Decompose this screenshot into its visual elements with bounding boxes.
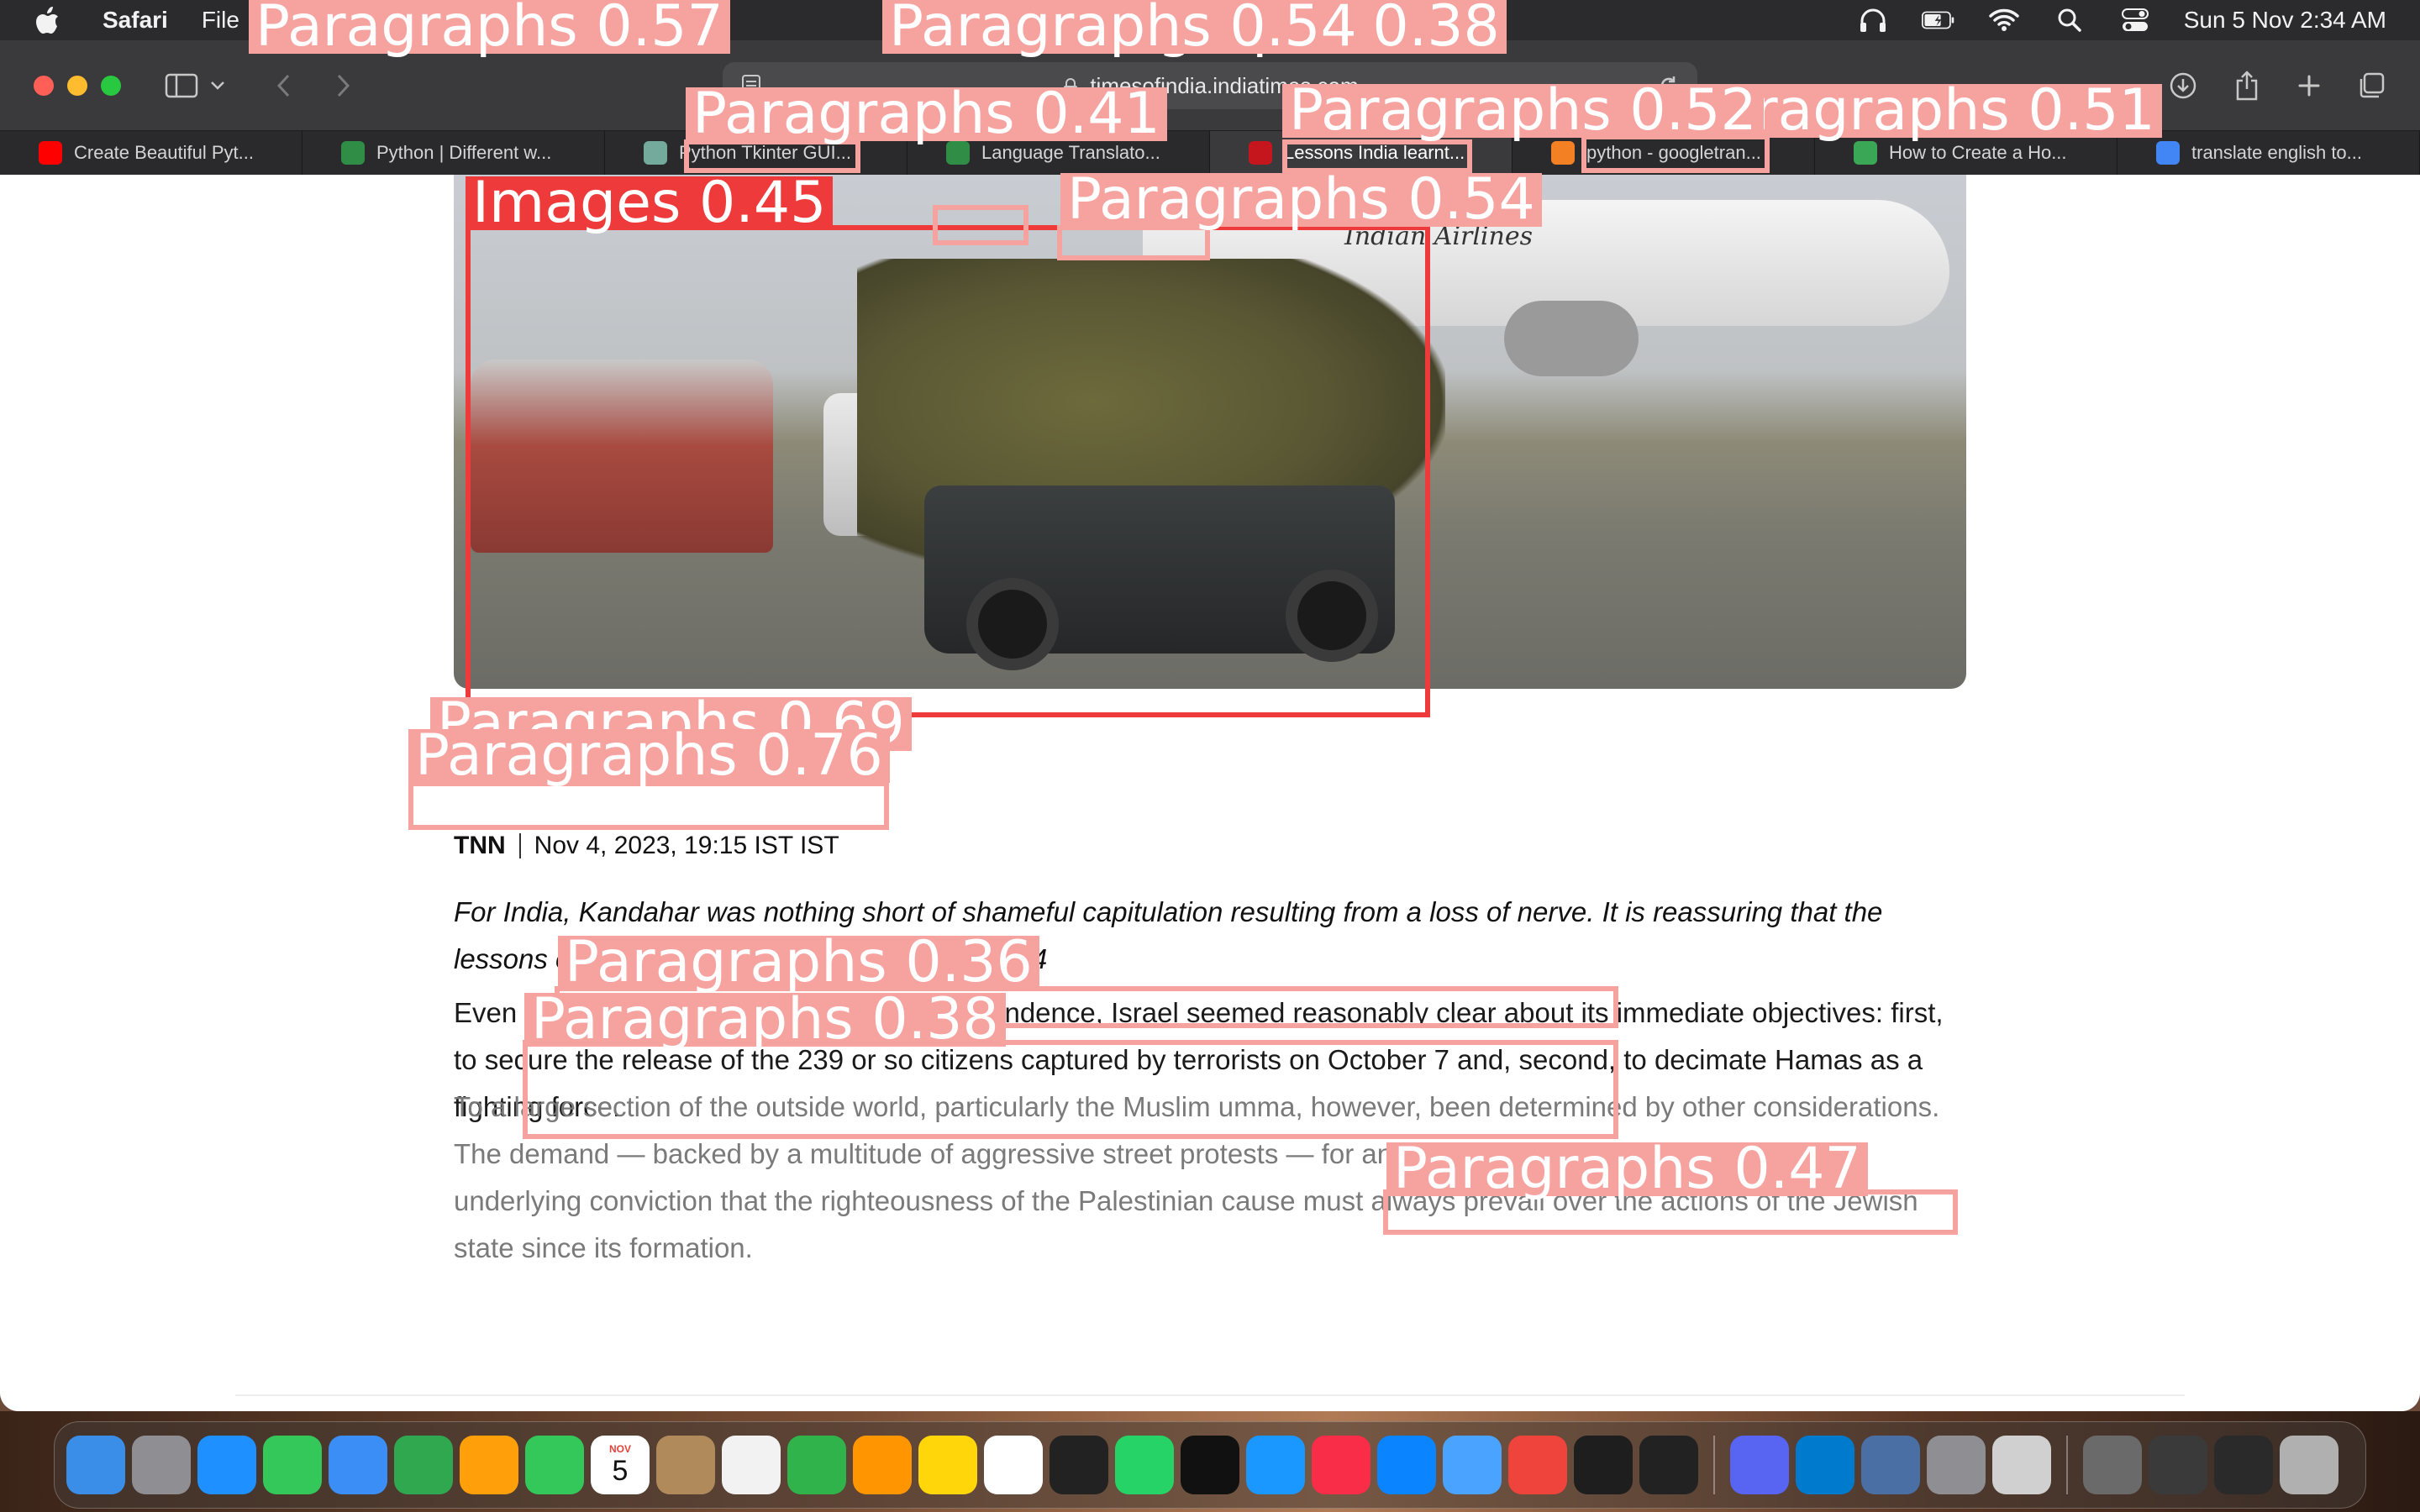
discord-icon[interactable] (1730, 1436, 1789, 1494)
browser-tab[interactable]: Create Beautiful Pyt... (0, 131, 302, 175)
terminal-icon[interactable] (1574, 1436, 1633, 1494)
launchpad-icon[interactable] (132, 1436, 191, 1494)
voice-memos-icon[interactable] (1050, 1436, 1108, 1494)
music-icon[interactable] (1312, 1436, 1370, 1494)
minimize-window-button[interactable] (67, 76, 87, 96)
author-name[interactable]: TNN (454, 832, 506, 860)
tv-icon[interactable] (1181, 1436, 1239, 1494)
back-button[interactable] (262, 64, 306, 108)
notes-icon[interactable] (918, 1436, 977, 1494)
close-window-button[interactable] (34, 76, 54, 96)
detection-box (523, 1040, 1618, 1139)
mail-icon[interactable] (329, 1436, 387, 1494)
freeform-icon[interactable] (984, 1436, 1043, 1494)
stackoverflow-icon (1551, 141, 1575, 165)
screenshot-3-icon[interactable] (2214, 1436, 2273, 1494)
zoom-window-button[interactable] (101, 76, 121, 96)
youtube-icon (39, 141, 62, 165)
app-menu[interactable]: Safari (103, 7, 168, 34)
pages-icon[interactable] (853, 1436, 912, 1494)
tab-label: Python | Different w... (376, 142, 552, 163)
tab-label: translate english to... (2191, 142, 2363, 163)
file-menu[interactable]: File (202, 7, 239, 34)
tab-label: How to Create a Ho... (1889, 142, 2067, 163)
article-byline: TNN Nov 4, 2023, 19:15 IST IST (454, 832, 839, 860)
downloads-icon[interactable] (2161, 64, 2205, 108)
safari-icon[interactable] (197, 1436, 256, 1494)
dock-divider (2066, 1436, 2068, 1494)
chatgpt-icon (644, 141, 667, 165)
new-tab-icon[interactable] (2287, 64, 2331, 108)
detection-label: Paragraphs 0.38 (524, 991, 1006, 1048)
share-icon[interactable] (2225, 64, 2269, 108)
rocket-icon[interactable] (1992, 1436, 2051, 1494)
control-center-icon[interactable] (2118, 7, 2152, 34)
detection-label: Paragraphs 0.47 (1386, 1141, 1868, 1198)
dock: NOV 5 (54, 1421, 2366, 1509)
screenshot-1-icon[interactable] (2083, 1436, 2142, 1494)
detection-box (466, 225, 1430, 717)
vscode-icon[interactable] (1796, 1436, 1854, 1494)
spotlight-search-icon[interactable] (2053, 7, 2086, 34)
detection-label: Paragraphs 0.57 (249, 0, 730, 55)
toi-icon (1249, 141, 1272, 165)
detection-box (1282, 139, 1472, 173)
google-icon (2156, 141, 2180, 165)
detection-box (933, 205, 1028, 245)
tab-overview-icon[interactable] (2349, 64, 2393, 108)
weather-icon[interactable] (1443, 1436, 1502, 1494)
detection-label: Paragraphs 0.36 (558, 934, 1039, 991)
detection-label: Paragraphs 0.41 (686, 86, 1167, 143)
byline-divider (518, 833, 521, 858)
system-settings-icon[interactable] (1927, 1436, 1986, 1494)
dock-divider (1713, 1436, 1715, 1494)
calendar-icon[interactable]: NOV 5 (591, 1436, 650, 1494)
battery-icon[interactable] (1921, 7, 1955, 34)
reminders-icon[interactable] (722, 1436, 781, 1494)
photos-icon[interactable] (460, 1436, 518, 1494)
chevron-down-icon[interactable] (205, 64, 230, 108)
headphones-icon[interactable] (1856, 7, 1890, 34)
numbers-icon[interactable] (787, 1436, 846, 1494)
divider (235, 1394, 2185, 1396)
finder-icon[interactable] (66, 1436, 125, 1494)
trash-icon[interactable] (2280, 1436, 2338, 1494)
whatsapp-icon[interactable] (1115, 1436, 1174, 1494)
calendar-month: NOV (608, 1442, 631, 1455)
f-icon (1854, 141, 1877, 165)
tab-label: Create Beautiful Pyt... (74, 142, 254, 163)
facetime-icon[interactable] (525, 1436, 584, 1494)
screenshot-2-icon[interactable] (2149, 1436, 2207, 1494)
app-store-icon[interactable] (1377, 1436, 1436, 1494)
l-app-icon[interactable] (1639, 1436, 1698, 1494)
forward-button[interactable] (321, 64, 365, 108)
publish-date: Nov 4, 2023, 19:15 IST IST (534, 832, 839, 859)
browser-tab[interactable]: Python | Different w... (302, 131, 605, 175)
geeksforgeeks-icon (341, 141, 365, 165)
detection-label: Images 0.45 (466, 175, 834, 232)
prime-video-icon[interactable] (1246, 1436, 1305, 1494)
airplane-engine-shape (1504, 301, 1639, 376)
calendar-day: 5 (612, 1454, 629, 1487)
messages-icon[interactable] (263, 1436, 322, 1494)
wifi-icon[interactable] (1987, 7, 2021, 34)
apple-icon[interactable] (34, 6, 62, 34)
detection-label: Paragraphs 0.52 (1282, 82, 1764, 139)
detection-label: Paragraphs 0.54 (1060, 171, 1542, 228)
preview-icon[interactable] (1861, 1436, 1920, 1494)
maps-icon[interactable] (394, 1436, 453, 1494)
anydesk-icon[interactable] (1508, 1436, 1567, 1494)
detection-label: Paragraphs 0.54 (882, 0, 1364, 55)
sidebar-toggle-icon[interactable] (160, 64, 203, 108)
content-fade-overlay (0, 1284, 2420, 1384)
menubar-clock[interactable]: Sun 5 Nov 2:34 AM (2184, 7, 2386, 34)
browser-tab[interactable]: translate english to... (2118, 131, 2420, 175)
detection-label: Paragraphs 0.76 (408, 727, 890, 785)
contacts-icon[interactable] (656, 1436, 715, 1494)
